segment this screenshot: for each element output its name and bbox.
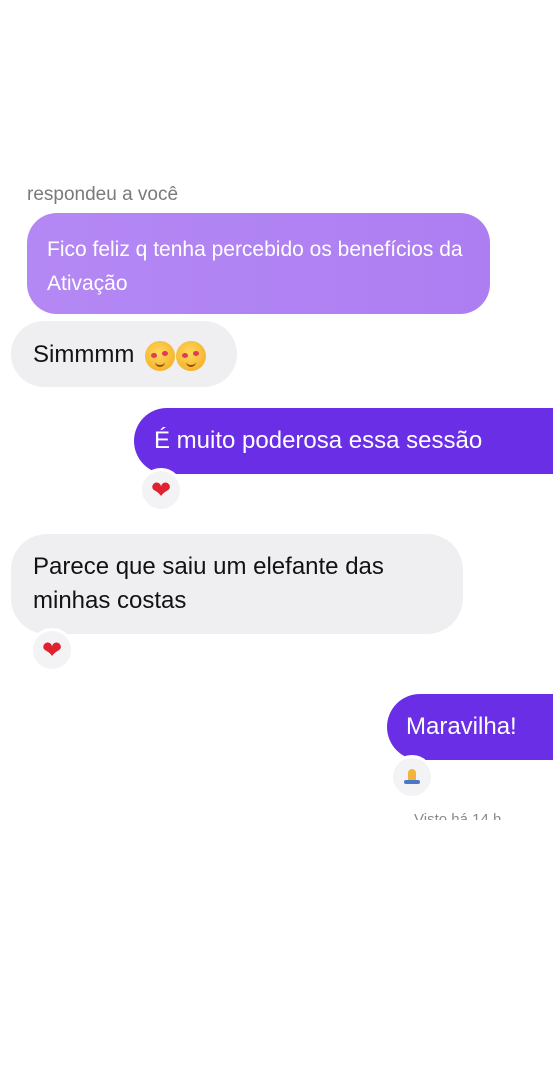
quoted-message-bubble[interactable]: Fico feliz q tenha percebido os benefíci… bbox=[27, 213, 490, 314]
smiling-face-with-hearts-icon bbox=[175, 341, 206, 372]
reply-context-label: respondeu a você bbox=[27, 184, 179, 205]
folded-hands-icon bbox=[402, 767, 422, 787]
reaction-badge[interactable]: ❤ bbox=[30, 628, 74, 672]
seen-status: Visto há 14 h bbox=[414, 811, 502, 820]
message-bubble-outgoing[interactable]: É muito poderosa essa sessão bbox=[134, 408, 553, 474]
message-text: É muito poderosa essa sessão bbox=[154, 427, 483, 454]
reaction-badge[interactable]: ❤ bbox=[139, 468, 183, 512]
reaction-badge[interactable] bbox=[390, 755, 434, 799]
message-text: Maravilha! bbox=[406, 713, 517, 740]
heart-icon: ❤ bbox=[41, 636, 63, 664]
blank-area bbox=[0, 820, 553, 1080]
heart-icon: ❤ bbox=[150, 476, 172, 504]
message-bubble-incoming[interactable]: Simmmm bbox=[11, 321, 237, 387]
chat-thread: respondeu a você Fico feliz q tenha perc… bbox=[0, 0, 553, 820]
message-text: Parece que saiu um elefante das minhas c… bbox=[33, 553, 384, 614]
smiling-face-with-hearts-icon bbox=[144, 341, 175, 372]
message-bubble-incoming[interactable]: Parece que saiu um elefante das minhas c… bbox=[11, 534, 463, 634]
message-bubble-outgoing[interactable]: Maravilha! bbox=[387, 694, 553, 760]
message-text: Simmmm bbox=[33, 341, 135, 368]
emoji-group bbox=[144, 339, 207, 373]
